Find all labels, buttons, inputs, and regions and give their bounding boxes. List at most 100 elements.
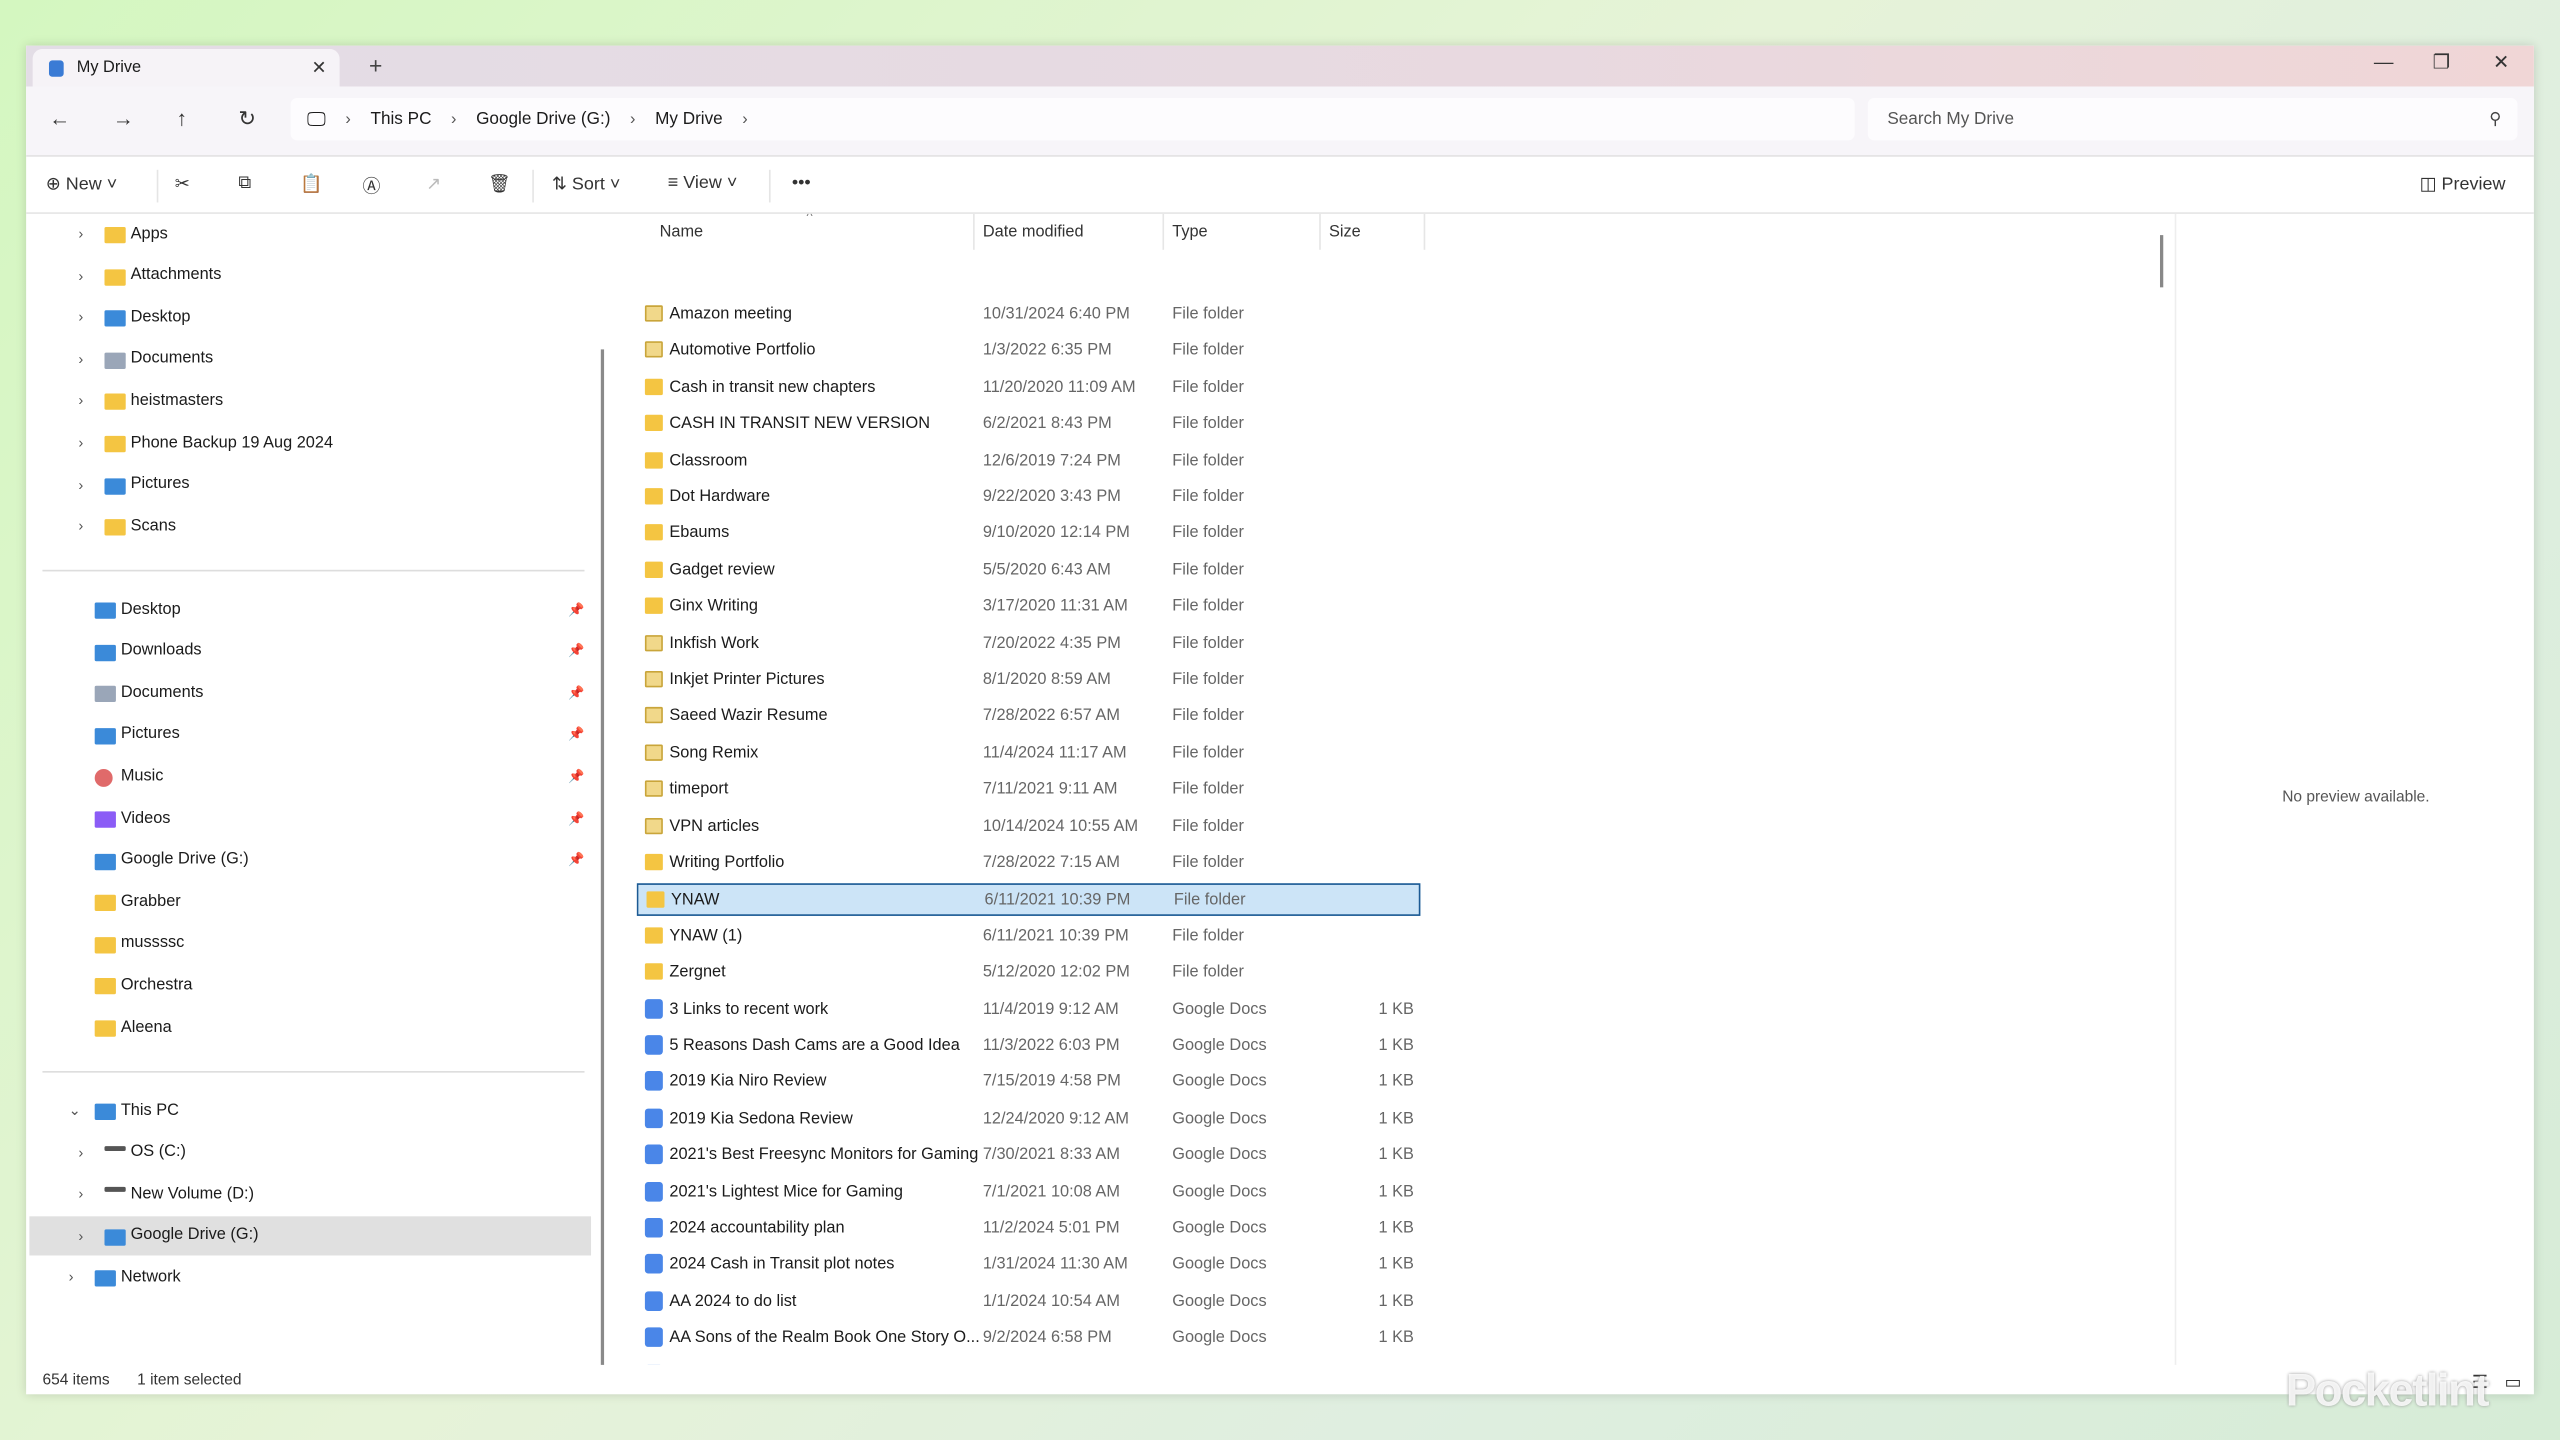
sidebar-item-videos[interactable]: Videos 📌	[29, 798, 591, 837]
sidebar-item-pictures[interactable]: Pictures 📌	[29, 715, 591, 754]
sidebar-item-desktop[interactable]: › Desktop	[29, 297, 591, 336]
file-row[interactable]: timeport 7/11/2021 9:11 AM File folder	[637, 774, 1421, 807]
sidebar-item-documents[interactable]: Documents 📌	[29, 673, 591, 712]
chevron-right-icon[interactable]: ›	[69, 1269, 74, 1285]
pin-icon[interactable]: 📌	[568, 727, 584, 742]
column-date-modified[interactable]: Date modified	[983, 224, 1084, 242]
sidebar-item-network[interactable]: › Network	[29, 1258, 591, 1297]
cut-icon[interactable]: ✂	[175, 173, 190, 195]
file-list-scrollbar[interactable]	[2159, 235, 2164, 288]
pin-icon[interactable]: 📌	[568, 852, 584, 867]
file-row[interactable]: YNAW 6/11/2021 10:39 PM File folder	[636, 883, 1421, 917]
close-window-button[interactable]: ✕	[2493, 51, 2509, 74]
file-row[interactable]: 2021's Lightest Mice for Gaming 7/1/2021 …	[637, 1176, 1421, 1209]
file-row[interactable]: Ebaums 9/10/2020 12:14 PM File folder	[637, 518, 1421, 551]
column-type[interactable]: Type	[1172, 224, 1207, 242]
view-button[interactable]: ≡ View ˅	[668, 173, 738, 193]
chevron-right-icon[interactable]: ›	[78, 1227, 83, 1243]
search-input[interactable]: Search My Drive ⚲	[1867, 97, 2518, 141]
sidebar-item-documents[interactable]: › Documents	[29, 339, 591, 378]
file-row[interactable]: AA Sons of the Realm Book One Story O...…	[637, 1323, 1421, 1356]
chevron-right-icon[interactable]: ›	[78, 434, 83, 450]
sidebar-item-desktop[interactable]: Desktop 📌	[29, 589, 591, 628]
file-row[interactable]: YNAW (1) 6/11/2021 10:39 PM File folder	[637, 920, 1421, 953]
refresh-button[interactable]: ↻	[238, 106, 256, 132]
chevron-right-icon[interactable]: ›	[345, 110, 350, 128]
chevron-right-icon[interactable]: ›	[78, 225, 83, 241]
sidebar-item-grabber[interactable]: Grabber	[29, 882, 591, 921]
file-row[interactable]: Inkjet Printer Pictures 8/1/2020 8:59 AM F…	[637, 664, 1421, 697]
chevron-down-icon[interactable]: ⌄	[69, 1101, 81, 1119]
column-name[interactable]: Name	[660, 224, 704, 242]
chevron-right-icon[interactable]: ›	[78, 392, 83, 408]
tiles-view-button[interactable]: ▭	[2504, 1371, 2521, 1393]
sidebar-item-music[interactable]: Music 📌	[29, 757, 591, 796]
file-row[interactable]: Inkfish Work 7/20/2022 4:35 PM File folder	[637, 628, 1421, 661]
sort-button[interactable]: ⇅ Sort ˅	[552, 173, 620, 195]
chevron-right-icon[interactable]: ›	[78, 351, 83, 367]
sidebar-item-new-volume-d-[interactable]: › New Volume (D:)	[29, 1174, 591, 1213]
up-button[interactable]: ↑	[176, 106, 187, 130]
chevron-right-icon[interactable]: ›	[78, 476, 83, 492]
copy-icon[interactable]: ⧉	[238, 173, 251, 194]
sidebar-item-apps[interactable]: › Apps	[29, 214, 591, 253]
share-icon[interactable]: ↗	[426, 173, 441, 195]
chevron-right-icon[interactable]: ›	[742, 110, 747, 128]
tab-my-drive[interactable]: My Drive ✕	[32, 48, 340, 87]
sidebar-item-phone-backup-19-aug-2024[interactable]: › Phone Backup 19 Aug 2024	[29, 423, 591, 462]
chevron-right-icon[interactable]: ›	[78, 1186, 83, 1202]
close-tab-button[interactable]: ✕	[311, 57, 326, 79]
sidebar-item-pictures[interactable]: › Pictures	[29, 465, 591, 504]
file-row[interactable]: Song Remix 11/4/2024 11:17 AM File folder	[637, 738, 1421, 771]
file-row[interactable]: CASH IN TRANSIT NEW VERSION 6/2/2021 8:43…	[637, 408, 1421, 441]
file-row[interactable]: 2024 accountability plan 11/2/2024 5:01 P…	[637, 1213, 1421, 1246]
file-row[interactable]: Gadget review 5/5/2020 6:43 AM File folder	[637, 555, 1421, 588]
pin-icon[interactable]: 📌	[568, 602, 584, 617]
chevron-right-icon[interactable]: ›	[78, 518, 83, 534]
breadcrumb[interactable]: 🖵 › This PC › Google Drive (G:) › My Dri…	[290, 97, 1855, 141]
paste-icon[interactable]: 📋	[300, 173, 322, 195]
more-options-button[interactable]: •••	[792, 173, 811, 193]
maximize-button[interactable]: ❐	[2433, 51, 2451, 74]
sidebar-item-google-drive-g-[interactable]: › Google Drive (G:)	[29, 1215, 592, 1256]
file-row[interactable]: Cash in transit new chapters 11/20/2020 1…	[637, 372, 1421, 405]
file-row[interactable]: 2021's Best Freesync Monitors for Gaming…	[637, 1140, 1421, 1173]
new-button[interactable]: ⊕ New ˅	[46, 173, 117, 195]
file-row[interactable]: VPN articles 10/14/2024 10:55 AM File fold…	[637, 811, 1421, 844]
chevron-right-icon[interactable]: ›	[630, 110, 635, 128]
file-row[interactable]: Zergnet 5/12/2020 12:02 PM File folder	[637, 957, 1421, 990]
sidebar-item-downloads[interactable]: Downloads 📌	[29, 631, 591, 670]
preview-pane-button[interactable]: ◫ Preview	[2420, 173, 2506, 195]
file-row[interactable]: 3 Links to recent work 11/4/2019 9:12 AM G…	[637, 994, 1421, 1027]
crumb-my-drive[interactable]: My Drive	[655, 109, 723, 129]
pin-icon[interactable]: 📌	[568, 685, 584, 700]
sidebar-item-aleena[interactable]: Aleena	[29, 1007, 591, 1046]
pin-icon[interactable]: 📌	[568, 811, 584, 826]
back-button[interactable]: ←	[49, 106, 70, 130]
file-row[interactable]: Dot Hardware 9/22/2020 3:43 PM File folder	[637, 482, 1421, 515]
sidebar-item-mussssc[interactable]: mussssc	[29, 924, 591, 963]
delete-icon[interactable]: 🗑	[488, 173, 511, 195]
file-row[interactable]: Saeed Wazir Resume 7/28/2022 6:57 AM File …	[637, 701, 1421, 734]
file-row[interactable]: AA 2024 to do list 1/1/2024 10:54 AM Googl…	[637, 1286, 1421, 1319]
file-row[interactable]: 2024 Cash in Transit plot notes 1/31/2024…	[637, 1250, 1421, 1283]
pin-icon[interactable]: 📌	[568, 643, 584, 658]
forward-button[interactable]: →	[113, 106, 134, 130]
sidebar-item-orchestra[interactable]: Orchestra	[29, 966, 591, 1005]
chevron-right-icon[interactable]: ›	[451, 110, 456, 128]
file-row[interactable]: 2019 Kia Sedona Review 12/24/2020 9:12 AM…	[637, 1103, 1421, 1136]
file-row[interactable]: Amazon meeting 10/31/2024 6:40 PM File fol…	[637, 299, 1421, 332]
rename-icon[interactable]: Ⓐ	[362, 173, 380, 199]
file-row[interactable]: Automotive Portfolio 1/3/2022 6:35 PM File…	[637, 335, 1421, 368]
sidebar-item-heistmasters[interactable]: › heistmasters	[29, 381, 591, 420]
sidebar-item-this-pc[interactable]: ⌄ This PC	[29, 1091, 591, 1130]
crumb-this-pc[interactable]: This PC	[370, 109, 431, 129]
sidebar-item-os-c-[interactable]: › OS (C:)	[29, 1132, 591, 1171]
file-row[interactable]: 2019 Kia Niro Review 7/15/2019 4:58 PM Goo…	[637, 1067, 1421, 1100]
chevron-right-icon[interactable]: ›	[78, 267, 83, 283]
sidebar-item-google-drive-g-[interactable]: Google Drive (G:) 📌	[29, 840, 591, 879]
file-row[interactable]: Classroom 12/6/2019 7:24 PM File folder	[637, 445, 1421, 478]
new-tab-button[interactable]: +	[369, 52, 382, 78]
minimize-button[interactable]: —	[2374, 51, 2394, 74]
nav-pane-scrollbar[interactable]	[600, 349, 605, 1365]
